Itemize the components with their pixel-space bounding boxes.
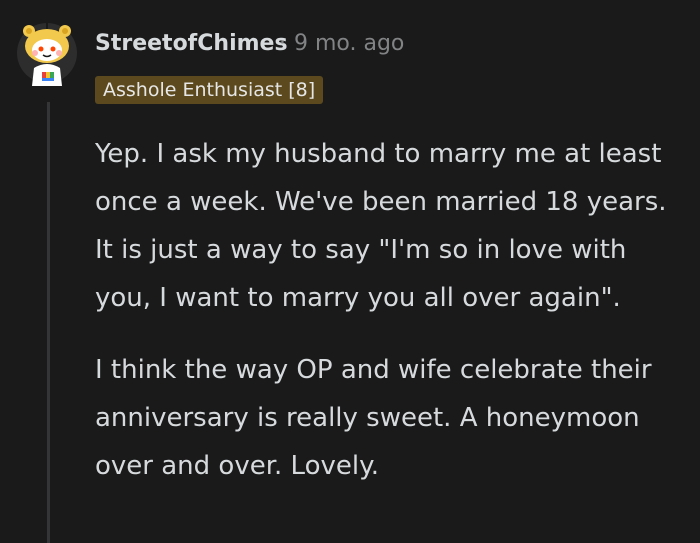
comment-meta: · 9 mo. ago xyxy=(279,31,404,56)
user-flair: Asshole Enthusiast [8] xyxy=(95,76,324,104)
comment: StreetofChimes · 9 mo. ago Asshole Enthus… xyxy=(0,0,700,543)
thread-collapse-line[interactable] xyxy=(47,102,50,543)
comment-body: Yep. I ask my husband to marry me at lea… xyxy=(95,130,680,514)
snoo-avatar-icon xyxy=(17,17,77,86)
comment-timestamp[interactable]: 9 mo. ago xyxy=(294,31,404,56)
comment-paragraph: I think the way OP and wife celebrate th… xyxy=(95,355,652,481)
comment-paragraph: Yep. I ask my husband to marry me at lea… xyxy=(95,139,667,313)
meta-separator: · xyxy=(279,31,286,56)
avatar[interactable] xyxy=(16,16,78,90)
comment-author-link[interactable]: StreetofChimes xyxy=(95,31,288,56)
